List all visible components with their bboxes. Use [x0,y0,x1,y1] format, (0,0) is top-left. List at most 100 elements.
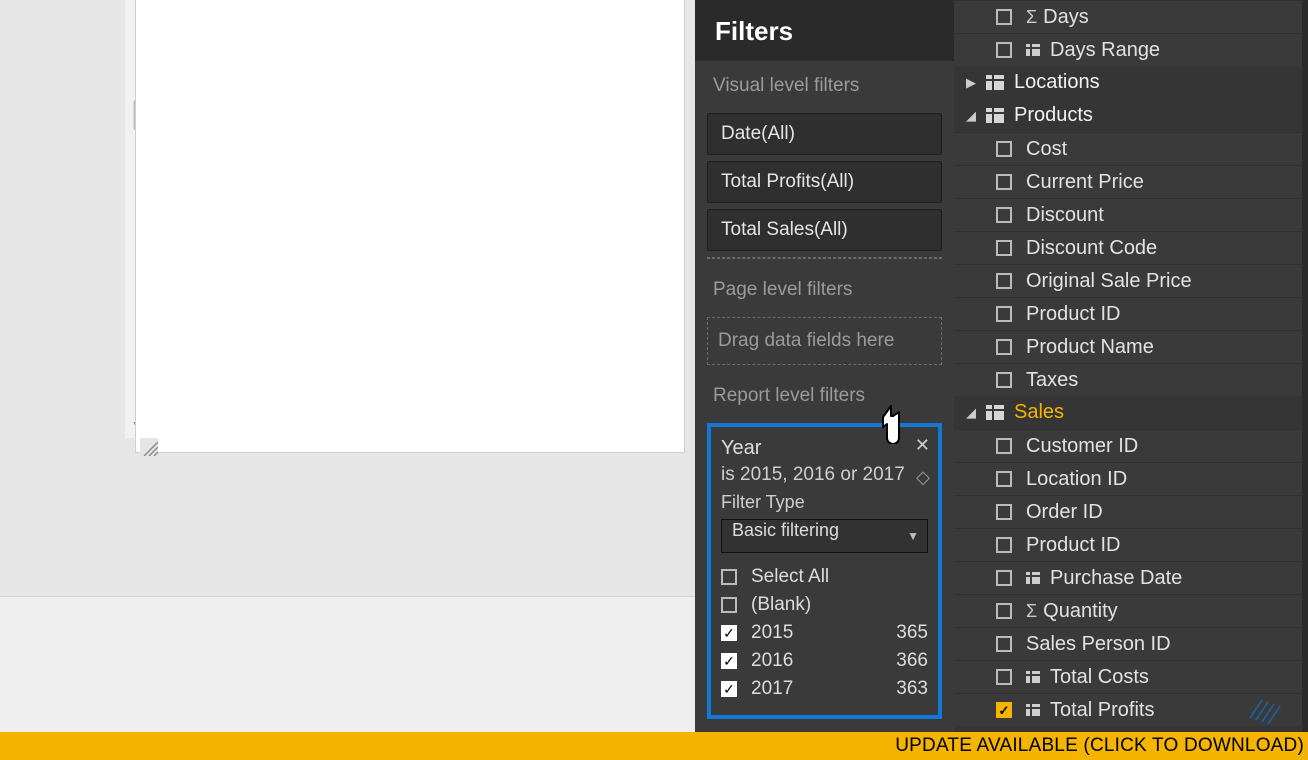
table-icon [986,405,1004,420]
filter-value-label: (Blank) [751,594,878,616]
fields-scrollbar[interactable] [1302,0,1308,732]
visual-level-filters-title: Visual level filters [695,61,954,107]
resize-handle-icon[interactable] [140,438,158,456]
update-bar-text: UPDATE AVAILABLE (CLICK TO DOWNLOAD) [895,735,1304,757]
checkbox[interactable] [721,597,737,613]
field-checkbox[interactable] [996,669,1012,685]
field-row[interactable]: Discount Code [954,231,1308,264]
field-checkbox[interactable] [996,339,1012,355]
field-row[interactable]: Discount [954,198,1308,231]
field-label: Days [1043,6,1089,29]
update-available-bar[interactable]: UPDATE AVAILABLE (CLICK TO DOWNLOAD) [0,732,1308,760]
field-row[interactable]: Days Range [954,33,1308,66]
field-label: Purchase Date [1050,567,1182,590]
field-row[interactable]: Product Name [954,330,1308,363]
field-label: Total Costs [1050,666,1149,689]
field-row[interactable]: Taxes [954,363,1308,396]
table-row[interactable]: ▶ Locations [954,66,1308,99]
table-field-icon [1026,44,1040,56]
field-checkbox[interactable] [996,471,1012,487]
field-row[interactable]: Cost [954,132,1308,165]
expand-down-icon[interactable]: ◢ [962,108,980,124]
field-row[interactable]: Purchase Date [954,561,1308,594]
visual-filter-label: Date(All) [721,123,795,144]
visual-filter-pill[interactable]: Date(All) [707,113,942,155]
field-row[interactable]: Sales Person ID [954,627,1308,660]
visual-filter-label: Total Profits(All) [721,171,854,192]
report-filter-field: Year [721,437,928,460]
filter-value-item[interactable]: 2015365 [721,619,928,647]
field-checkbox[interactable] [996,174,1012,190]
filter-value-item[interactable]: Select All [721,563,928,591]
expand-down-icon[interactable]: ◢ [962,405,980,421]
close-icon[interactable]: ✕ [915,435,930,456]
table-label: Locations [1014,71,1100,94]
field-checkbox[interactable] [996,372,1012,388]
field-checkbox[interactable] [996,438,1012,454]
field-checkbox[interactable] [996,636,1012,652]
field-label: Location ID [1026,468,1127,491]
field-row[interactable]: ΣQuantity [954,594,1308,627]
checkbox[interactable] [721,681,737,697]
field-label: Taxes [1026,369,1078,392]
table-icon [986,75,1004,90]
table-field-icon [1026,704,1040,716]
checkbox[interactable] [721,625,737,641]
filter-value-item[interactable]: (Blank) [721,591,928,619]
field-checkbox[interactable] [996,306,1012,322]
filter-value-label: Select All [751,566,878,588]
field-checkbox[interactable] [996,141,1012,157]
checkbox[interactable] [721,569,737,585]
field-row[interactable]: Product ID [954,528,1308,561]
filter-value-label: 2016 [751,650,878,672]
checkbox[interactable] [721,653,737,669]
filter-value-item[interactable]: 2017363 [721,675,928,703]
field-label: Product Name [1026,336,1154,359]
field-checkbox[interactable] [996,273,1012,289]
report-level-filters-title: Report level filters [695,371,954,417]
field-label: Days Range [1050,39,1160,62]
visual-filter-pill[interactable]: Total Profits(All) [707,161,942,203]
report-filter-card[interactable]: ✕ ◇ Year is 2015, 2016 or 2017 Filter Ty… [707,423,942,719]
filter-type-select[interactable]: Basic filtering ▼ [721,519,928,553]
field-row[interactable]: Current Price [954,165,1308,198]
table-row[interactable]: ◢Products [954,99,1308,132]
field-row[interactable]: Total Profits [954,693,1308,726]
field-label: Cost [1026,138,1067,161]
field-checkbox[interactable] [996,42,1012,58]
chevron-down-icon: ▼ [907,529,919,543]
field-checkbox[interactable] [996,240,1012,256]
field-checkbox[interactable] [996,207,1012,223]
report-page[interactable] [136,0,684,452]
expand-right-icon[interactable]: ▶ [962,75,980,91]
field-checkbox[interactable] [996,570,1012,586]
field-checkbox[interactable] [996,9,1012,25]
field-row[interactable]: Order ID [954,495,1308,528]
field-checkbox[interactable] [996,504,1012,520]
filter-value-item[interactable]: 2016366 [721,647,928,675]
field-row[interactable]: Customer ID [954,429,1308,462]
erase-icon[interactable]: ◇ [916,467,930,488]
table-label: Sales [1014,401,1064,424]
table-field-icon [1026,671,1040,683]
field-row[interactable]: Location ID [954,462,1308,495]
fields-panel: ΣDays Days Range ▶ Locations ◢Products Cost Cu… [954,0,1308,732]
field-label: Product ID [1026,303,1120,326]
field-checkbox[interactable] [996,603,1012,619]
filter-type-label: Filter Type [721,492,928,513]
field-checkbox[interactable] [996,702,1012,718]
field-row[interactable]: Total Costs [954,660,1308,693]
page-level-drop-zone[interactable]: Drag data fields here [707,317,942,365]
canvas-footer-area [0,596,695,732]
field-label: Product ID [1026,534,1120,557]
field-row[interactable]: ΣDays [954,0,1308,33]
field-checkbox[interactable] [996,537,1012,553]
visual-filter-pill[interactable]: Total Sales(All) [707,209,942,251]
field-row[interactable]: Original Sale Price [954,264,1308,297]
filters-panel: Filters Visual level filters Date(All) T… [695,0,954,732]
field-label: Current Price [1026,171,1144,194]
report-canvas[interactable]: ▼ [0,0,695,732]
table-row[interactable]: ◢ Sales [954,396,1308,429]
field-label: Sales Person ID [1026,633,1171,656]
field-row[interactable]: Product ID [954,297,1308,330]
